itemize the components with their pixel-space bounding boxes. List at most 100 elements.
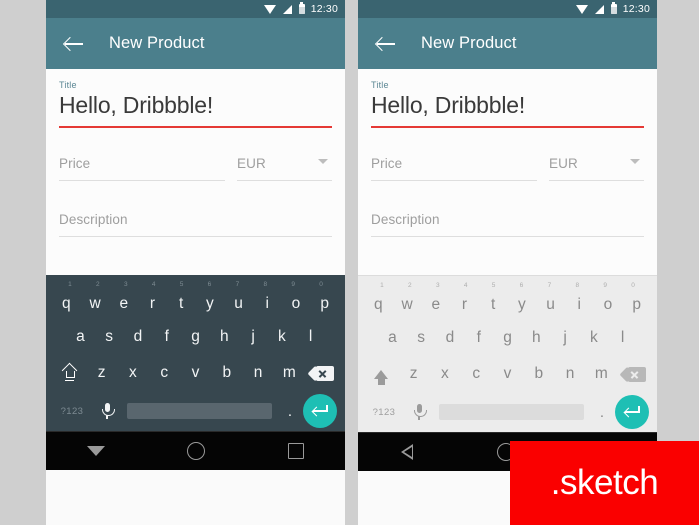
key-w[interactable]: w xyxy=(81,295,110,313)
key-g[interactable]: g xyxy=(493,329,522,347)
key-k[interactable]: k xyxy=(579,329,608,347)
enter-key-icon[interactable] xyxy=(303,394,337,428)
space-key[interactable] xyxy=(439,404,584,420)
key-m[interactable]: m xyxy=(274,364,305,382)
period-key[interactable]: . xyxy=(589,404,615,421)
title-field-value[interactable]: Hello, Dribbble! xyxy=(59,90,332,126)
key-f[interactable]: f xyxy=(152,328,181,346)
key-k[interactable]: k xyxy=(267,328,296,346)
number-hint: 4 xyxy=(151,281,156,288)
backspace-icon[interactable] xyxy=(617,366,651,382)
key-r[interactable]: r xyxy=(450,296,479,314)
key-s[interactable]: s xyxy=(95,328,124,346)
key-r[interactable]: r xyxy=(138,295,167,313)
key-u[interactable]: u xyxy=(536,296,565,314)
price-field[interactable]: Price xyxy=(59,156,225,181)
title-field[interactable]: Title Hello, Dribbble! xyxy=(59,69,332,128)
keyboard-row-3: z x c v b n m xyxy=(52,355,339,391)
key-q[interactable]: q xyxy=(364,296,393,314)
key-j[interactable]: j xyxy=(239,328,268,346)
status-icons xyxy=(575,2,617,14)
title-field[interactable]: Title Hello, Dribbble! xyxy=(371,69,644,128)
phone-mockup-dark: 12:30 New Product Title Hello, Dribbble!… xyxy=(46,0,345,525)
symbols-key[interactable]: ?123 xyxy=(52,406,92,417)
triangle-left-icon[interactable] xyxy=(400,443,414,461)
key-d[interactable]: d xyxy=(436,329,465,347)
key-o[interactable]: o xyxy=(594,296,623,314)
key-h[interactable]: h xyxy=(210,328,239,346)
shift-outline-icon[interactable] xyxy=(52,365,86,382)
key-d[interactable]: d xyxy=(124,328,153,346)
period-key[interactable]: . xyxy=(277,403,303,420)
price-currency-row: Price EUR xyxy=(371,128,644,181)
key-b[interactable]: b xyxy=(211,364,242,382)
circle-icon[interactable] xyxy=(187,442,206,460)
page-title: New Product xyxy=(109,34,205,52)
key-s[interactable]: s xyxy=(407,329,436,347)
form-spacer xyxy=(46,237,345,275)
key-t[interactable]: t xyxy=(479,296,508,314)
square-icon[interactable] xyxy=(287,443,304,459)
key-v[interactable]: v xyxy=(492,365,523,383)
key-z[interactable]: z xyxy=(398,365,429,383)
key-y[interactable]: y xyxy=(196,295,225,313)
title-field-underline xyxy=(371,126,644,128)
arrow-left-icon[interactable] xyxy=(63,33,85,55)
space-key[interactable] xyxy=(127,403,272,419)
price-field[interactable]: Price xyxy=(371,156,537,181)
chevron-down-icon[interactable] xyxy=(318,159,328,164)
key-z[interactable]: z xyxy=(86,364,117,382)
microphone-icon[interactable] xyxy=(404,403,434,421)
key-c[interactable]: c xyxy=(461,365,492,383)
key-p[interactable]: p xyxy=(310,295,339,313)
key-l[interactable]: l xyxy=(608,329,637,347)
shift-filled-icon[interactable] xyxy=(364,369,398,385)
currency-field[interactable]: EUR xyxy=(549,156,644,181)
enter-key-icon[interactable] xyxy=(615,395,649,429)
key-v[interactable]: v xyxy=(180,364,211,382)
key-l[interactable]: l xyxy=(296,328,325,346)
key-x[interactable]: x xyxy=(117,364,148,382)
key-y[interactable]: y xyxy=(508,296,537,314)
wifi-icon xyxy=(263,4,276,14)
number-hint: 2 xyxy=(96,281,100,288)
key-q[interactable]: q xyxy=(52,295,81,313)
description-field[interactable]: Description xyxy=(59,181,332,237)
key-e[interactable]: e xyxy=(421,296,450,314)
microphone-icon[interactable] xyxy=(92,402,122,420)
arrow-left-icon[interactable] xyxy=(375,33,397,55)
key-n[interactable]: n xyxy=(242,364,273,382)
triangle-down-icon[interactable] xyxy=(87,446,106,456)
key-f[interactable]: f xyxy=(464,329,493,347)
status-icons xyxy=(263,2,305,14)
key-e[interactable]: e xyxy=(109,295,138,313)
key-h[interactable]: h xyxy=(522,329,551,347)
key-a[interactable]: a xyxy=(378,329,407,347)
key-g[interactable]: g xyxy=(181,328,210,346)
title-field-value[interactable]: Hello, Dribbble! xyxy=(371,90,644,126)
key-m[interactable]: m xyxy=(586,365,617,383)
wifi-icon xyxy=(575,4,588,14)
title-field-label: Title xyxy=(371,80,389,90)
app-bar: New Product xyxy=(358,18,657,69)
currency-field[interactable]: EUR xyxy=(237,156,332,181)
key-c[interactable]: c xyxy=(149,364,180,382)
key-a[interactable]: a xyxy=(66,328,95,346)
description-field[interactable]: Description xyxy=(371,181,644,237)
number-hint: 1 xyxy=(380,282,384,289)
symbols-key[interactable]: ?123 xyxy=(364,407,404,418)
key-n[interactable]: n xyxy=(554,365,585,383)
key-i[interactable]: i xyxy=(565,296,594,314)
chevron-down-icon[interactable] xyxy=(630,159,640,164)
key-x[interactable]: x xyxy=(429,365,460,383)
backspace-icon[interactable] xyxy=(305,365,339,381)
key-t[interactable]: t xyxy=(167,295,196,313)
key-b[interactable]: b xyxy=(523,365,554,383)
key-j[interactable]: j xyxy=(551,329,580,347)
key-o[interactable]: o xyxy=(282,295,311,313)
key-u[interactable]: u xyxy=(224,295,253,313)
key-w[interactable]: w xyxy=(393,296,422,314)
key-i[interactable]: i xyxy=(253,295,282,313)
key-p[interactable]: p xyxy=(622,296,651,314)
keyboard-row-2: a s d f g h j k l xyxy=(364,320,651,356)
